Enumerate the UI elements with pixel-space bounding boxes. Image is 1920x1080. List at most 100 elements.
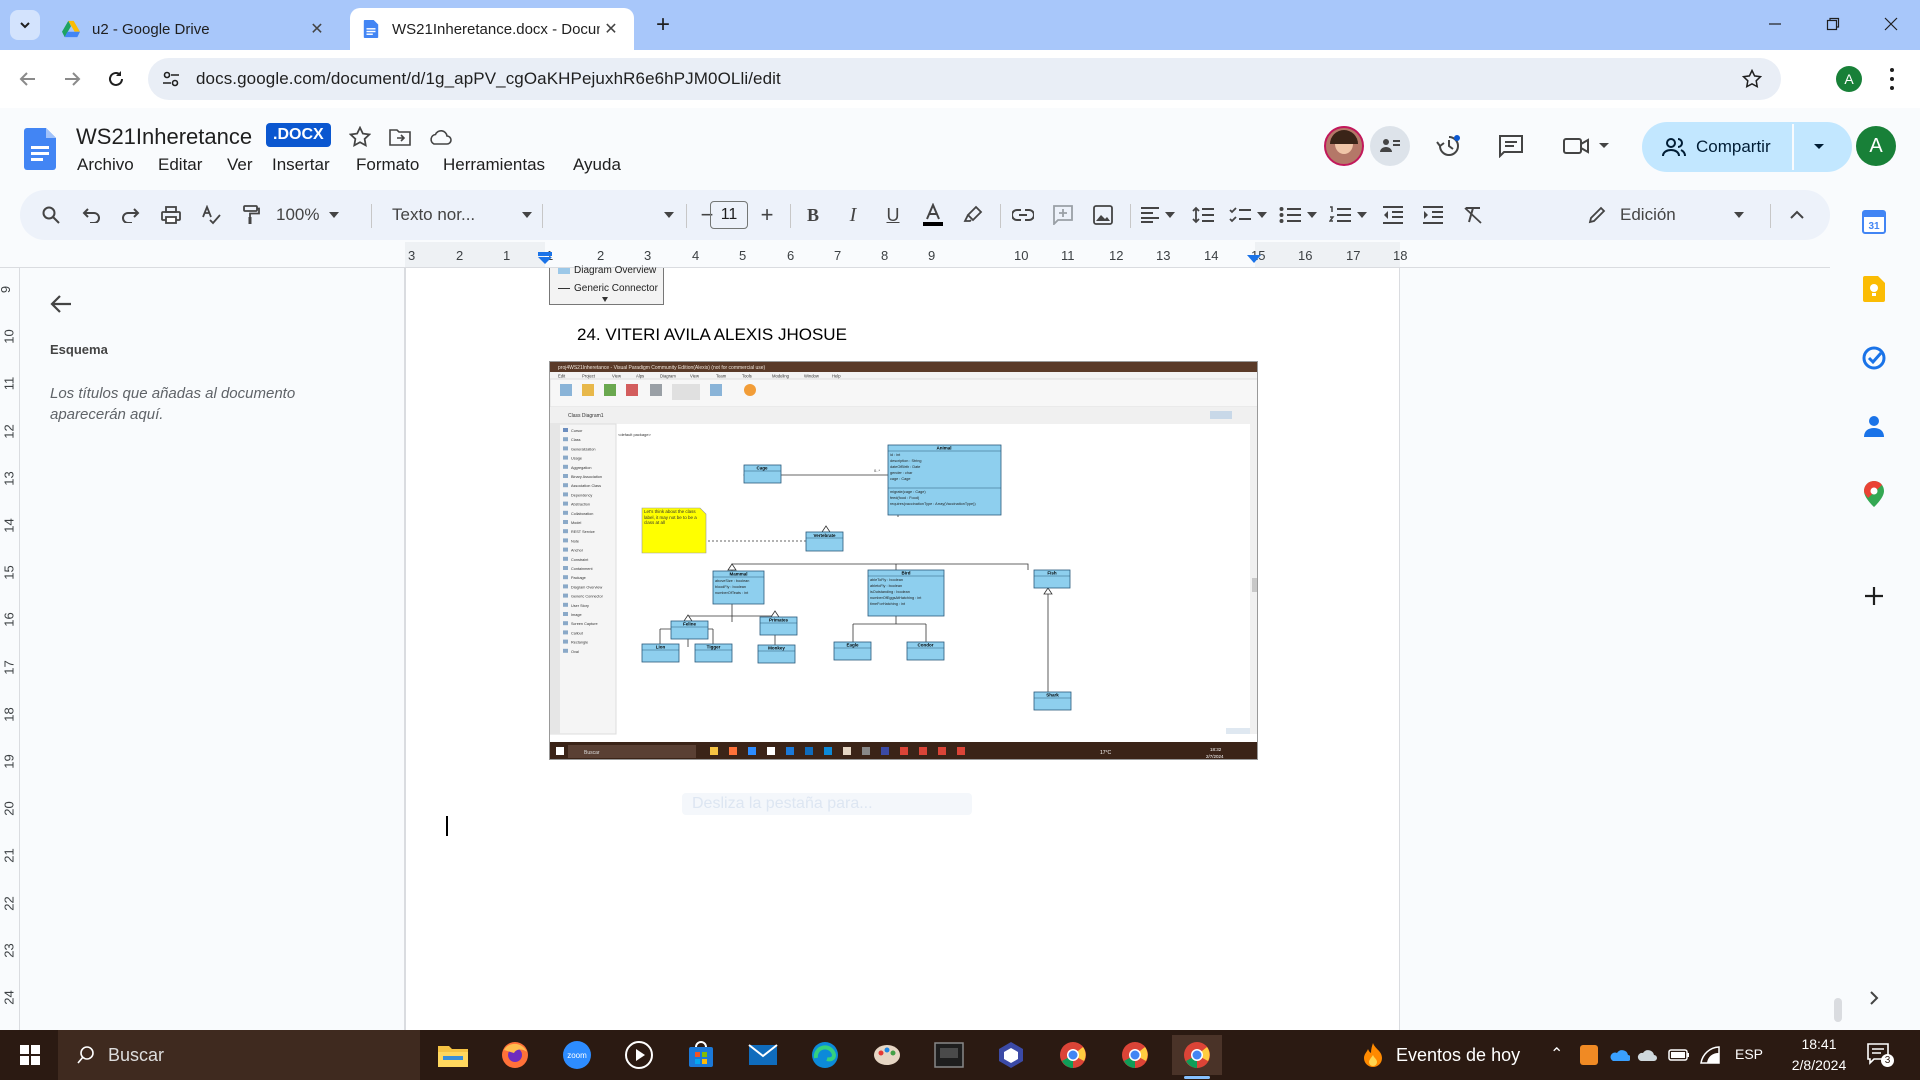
language-indicator[interactable]: ESP bbox=[1735, 1046, 1763, 1062]
store-app[interactable] bbox=[676, 1035, 726, 1075]
expand-panel-icon[interactable] bbox=[1860, 984, 1888, 1012]
site-settings-icon[interactable] bbox=[162, 70, 180, 88]
clock-time[interactable]: 18:41 bbox=[1790, 1036, 1848, 1052]
collaborator-avatar[interactable] bbox=[1324, 126, 1364, 166]
underline-button[interactable]: U bbox=[876, 190, 910, 240]
user-avatar[interactable]: A bbox=[1856, 126, 1896, 166]
chrome-app-2[interactable] bbox=[1110, 1035, 1160, 1075]
menu-editar[interactable]: Editar bbox=[158, 155, 202, 175]
close-tab-icon[interactable]: ✕ bbox=[600, 18, 622, 40]
reload-button[interactable] bbox=[100, 63, 132, 95]
increase-indent-button[interactable] bbox=[1416, 190, 1450, 240]
line-spacing-button[interactable] bbox=[1186, 190, 1220, 240]
chevron-up-icon[interactable]: ⌃ bbox=[1550, 1044, 1563, 1064]
spellcheck-button[interactable] bbox=[194, 190, 228, 240]
redo-button[interactable] bbox=[114, 190, 148, 240]
battery-icon[interactable] bbox=[1668, 1049, 1690, 1061]
file-explorer-app[interactable] bbox=[428, 1035, 478, 1075]
paint-app[interactable] bbox=[862, 1035, 912, 1075]
chrome-app-1[interactable] bbox=[1048, 1035, 1098, 1075]
editing-mode-select[interactable]: Edición bbox=[1588, 190, 1768, 240]
cloud-saved-icon[interactable] bbox=[428, 128, 452, 146]
insert-link-button[interactable] bbox=[1006, 190, 1040, 240]
bulleted-list-button[interactable] bbox=[1276, 190, 1320, 240]
visual-paradigm-app[interactable] bbox=[986, 1035, 1036, 1075]
chevron-down-icon[interactable] bbox=[1813, 143, 1825, 151]
search-menus-button[interactable] bbox=[34, 190, 68, 240]
back-button[interactable] bbox=[12, 63, 44, 95]
mail-app[interactable] bbox=[738, 1035, 788, 1075]
forward-button[interactable] bbox=[56, 63, 88, 95]
checklist-button[interactable] bbox=[1226, 190, 1270, 240]
zoom-select[interactable]: 100% bbox=[276, 190, 354, 240]
contacts-icon[interactable] bbox=[1860, 412, 1888, 440]
page-scrollbar-thumb[interactable] bbox=[1834, 998, 1842, 1022]
align-button[interactable] bbox=[1136, 190, 1180, 240]
tab-search-button[interactable] bbox=[10, 10, 40, 40]
font-select[interactable] bbox=[554, 190, 674, 240]
taskbar-search[interactable]: Buscar bbox=[58, 1030, 420, 1080]
profile-avatar[interactable]: A bbox=[1836, 66, 1862, 92]
firefox-app[interactable] bbox=[490, 1035, 540, 1075]
get-addons-icon[interactable] bbox=[1860, 582, 1888, 610]
numbered-list-button[interactable] bbox=[1326, 190, 1370, 240]
document-page[interactable]: Diagram Overview Generic Connector 24. V… bbox=[405, 265, 1400, 1030]
bold-button[interactable]: B bbox=[796, 190, 830, 240]
insert-image-button[interactable] bbox=[1086, 190, 1120, 240]
minimize-button[interactable] bbox=[1746, 0, 1804, 48]
menu-archivo[interactable]: Archivo bbox=[77, 155, 134, 175]
left-indent-marker-icon[interactable] bbox=[538, 252, 552, 266]
onedrive-icon[interactable] bbox=[1608, 1048, 1630, 1062]
undo-button[interactable] bbox=[74, 190, 108, 240]
right-indent-marker-icon[interactable] bbox=[1247, 255, 1261, 265]
paint-format-button[interactable] bbox=[234, 190, 268, 240]
print-button[interactable] bbox=[154, 190, 188, 240]
clock-date[interactable]: 2/8/2024 bbox=[1780, 1057, 1858, 1073]
start-button[interactable] bbox=[10, 1035, 50, 1075]
tab-google-drive[interactable]: u2 - Google Drive ✕ bbox=[50, 8, 340, 50]
decrease-indent-button[interactable] bbox=[1376, 190, 1410, 240]
document-title[interactable]: WS21Inheretance bbox=[76, 124, 252, 150]
menu-formato[interactable]: Formato bbox=[356, 155, 419, 175]
increase-font-size-button[interactable]: + bbox=[750, 190, 784, 240]
menu-ayuda[interactable]: Ayuda bbox=[573, 155, 621, 175]
hide-menus-button[interactable] bbox=[1780, 190, 1814, 240]
close-window-button[interactable] bbox=[1862, 0, 1920, 48]
embedded-screenshot[interactable]: proj4WS21Inheretance - Visual Paradigm C… bbox=[549, 361, 1258, 760]
back-arrow-icon[interactable] bbox=[50, 294, 72, 314]
share-button[interactable]: Compartir bbox=[1642, 122, 1852, 172]
text-color-button[interactable] bbox=[916, 190, 950, 240]
highlight-color-button[interactable] bbox=[956, 190, 990, 240]
menu-ver[interactable]: Ver bbox=[227, 155, 253, 175]
clear-formatting-button[interactable] bbox=[1456, 190, 1490, 240]
tasks-icon[interactable] bbox=[1860, 344, 1888, 372]
keep-icon[interactable] bbox=[1860, 275, 1888, 303]
cloud-sync-icon[interactable] bbox=[1636, 1047, 1658, 1063]
close-tab-icon[interactable]: ✕ bbox=[306, 18, 328, 40]
menu-herramientas[interactable]: Herramientas bbox=[443, 155, 545, 175]
restore-button[interactable] bbox=[1804, 0, 1862, 48]
maps-icon[interactable] bbox=[1860, 480, 1888, 508]
menu-insertar[interactable]: Insertar bbox=[272, 155, 330, 175]
media-player-app[interactable] bbox=[614, 1035, 664, 1075]
chrome-app-active[interactable] bbox=[1172, 1035, 1222, 1075]
weather-widget[interactable]: Eventos de hoy bbox=[1362, 1030, 1520, 1080]
version-history-icon[interactable] bbox=[1436, 133, 1462, 159]
browser-menu-button[interactable] bbox=[1886, 68, 1898, 90]
tab-google-docs[interactable]: WS21Inheretance.docx - Docum ✕ bbox=[350, 8, 634, 50]
bookmark-star-icon[interactable] bbox=[1742, 69, 1762, 89]
meet-chat-button[interactable] bbox=[1370, 126, 1410, 166]
zoom-app[interactable]: zoom bbox=[552, 1035, 602, 1075]
meet-button[interactable] bbox=[1562, 132, 1618, 160]
docs-logo-icon[interactable] bbox=[24, 128, 56, 170]
edge-app[interactable] bbox=[800, 1035, 850, 1075]
wifi-icon[interactable] bbox=[1700, 1046, 1720, 1064]
new-tab-button[interactable]: + bbox=[648, 10, 678, 40]
star-icon[interactable] bbox=[349, 126, 371, 148]
comments-icon[interactable] bbox=[1498, 134, 1524, 158]
notifications-button[interactable]: 3 bbox=[1866, 1042, 1894, 1068]
address-bar[interactable]: docs.google.com/document/d/1g_apPV_cgOaK… bbox=[148, 58, 1781, 100]
terminal-app[interactable] bbox=[924, 1035, 974, 1075]
calendar-icon[interactable]: 31 bbox=[1860, 208, 1888, 236]
font-size-field[interactable]: 11 bbox=[710, 201, 748, 229]
